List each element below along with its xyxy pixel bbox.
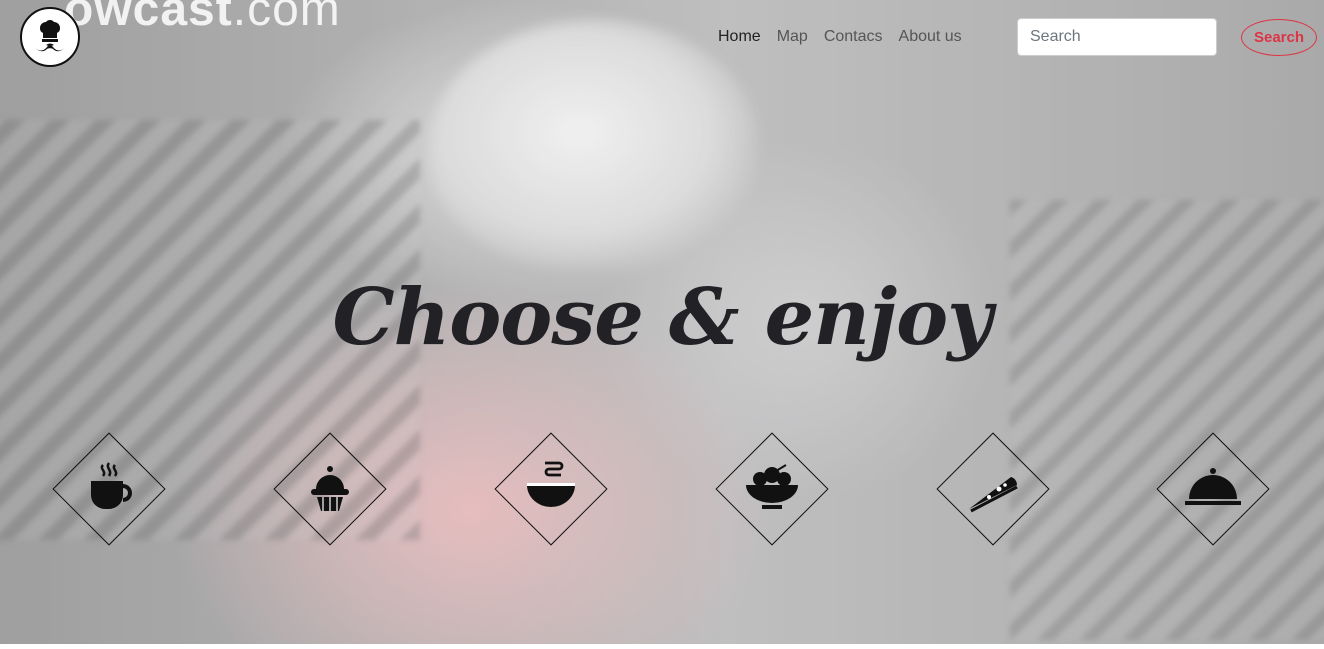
watermark-bold: owcast — [64, 0, 233, 36]
category-soup[interactable] — [494, 432, 608, 546]
category-pizza[interactable] — [936, 432, 1050, 546]
hero-headline: Choose & enjoy — [332, 272, 992, 363]
search-input[interactable] — [1017, 18, 1217, 56]
pizza-slice-icon — [969, 477, 1018, 513]
category-dessert[interactable] — [273, 432, 387, 546]
nav-map[interactable]: Map — [777, 28, 808, 46]
chef-mustache-icon[interactable] — [20, 7, 80, 67]
nav-about-us[interactable]: About us — [899, 28, 962, 46]
main-nav: Home Map Contacs About us — [718, 28, 962, 46]
soup-bowl-icon — [527, 461, 575, 507]
category-salad[interactable] — [715, 432, 829, 546]
coffee-cup-icon — [91, 462, 132, 509]
cupcake-icon — [311, 466, 349, 511]
nav-home[interactable]: Home — [718, 28, 761, 46]
category-main-dish[interactable] — [1156, 432, 1270, 546]
category-coffee[interactable] — [52, 432, 166, 546]
watermark: owcast.com — [64, 0, 341, 37]
nav-contacs[interactable]: Contacs — [824, 28, 883, 46]
cloche-icon — [1185, 468, 1241, 505]
search-button[interactable]: Search — [1241, 19, 1317, 56]
salad-bowl-icon — [746, 464, 798, 509]
category-row — [0, 432, 1324, 546]
watermark-light: .com — [232, 0, 341, 36]
